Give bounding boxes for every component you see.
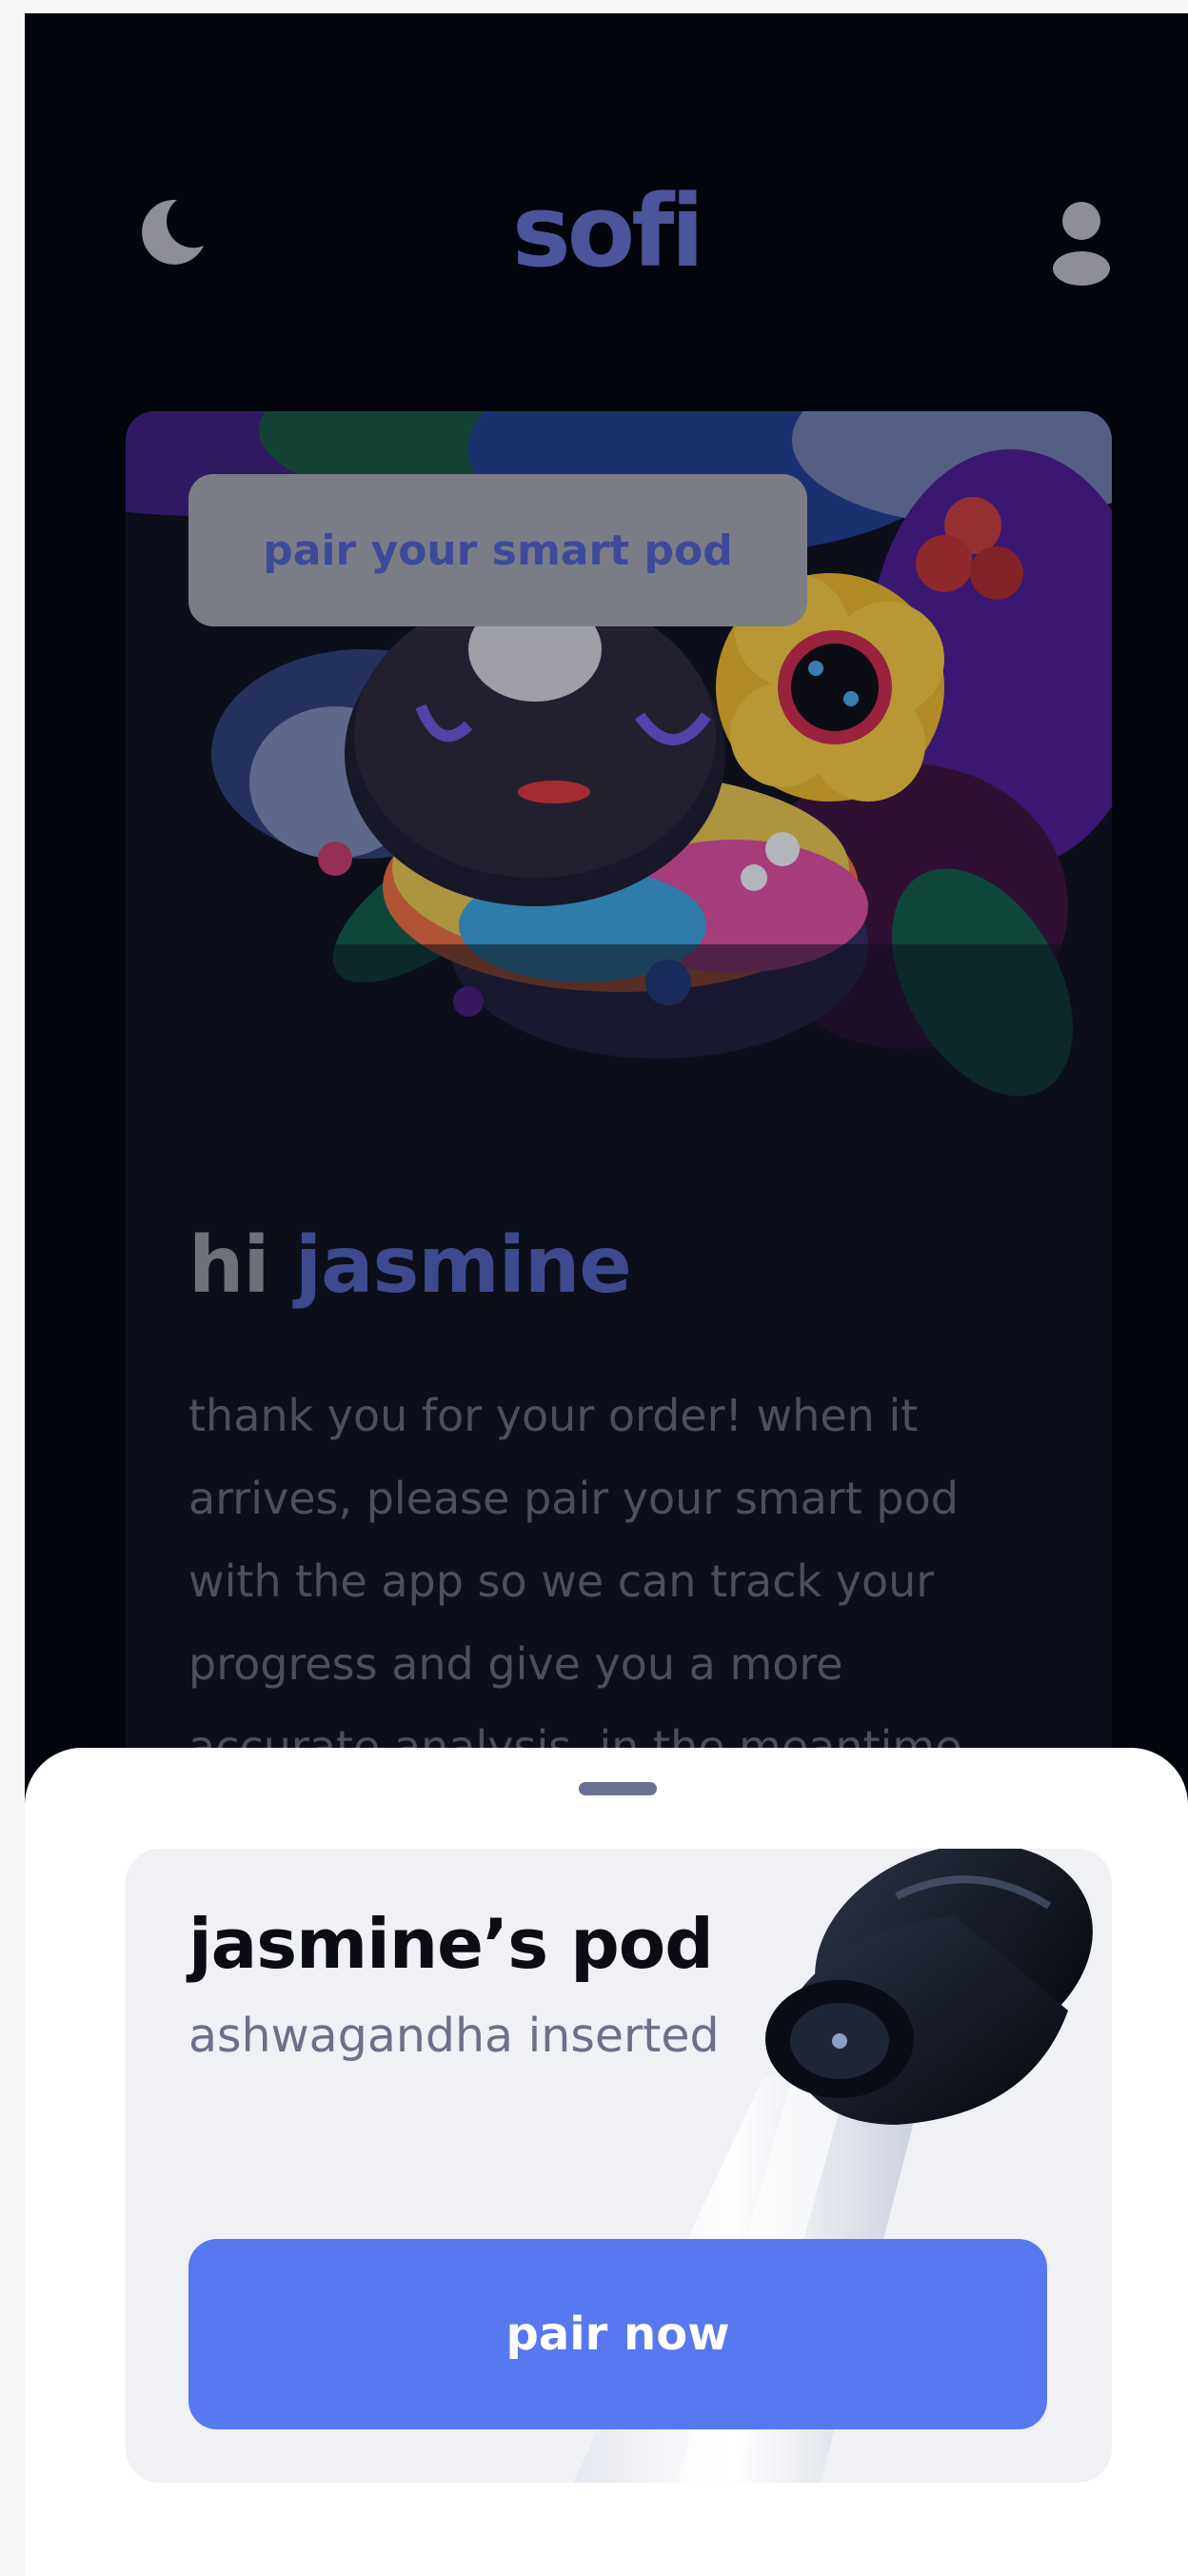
app-screen: sofi pair your smart pod hi jasmine than…	[25, 13, 1188, 2576]
pod-card: jasmine’s pod ashwagandha inserted pair …	[126, 1849, 1112, 2483]
pair-smart-pod-chip[interactable]: pair your smart pod	[188, 474, 807, 626]
pod-subtitle: ashwagandha inserted	[188, 2009, 720, 2063]
welcome-card: pair your smart pod hi jasmine thank you…	[126, 411, 1112, 1839]
pod-title: jasmine’s pod	[188, 1904, 714, 1984]
app-logo: sofi	[511, 173, 704, 289]
greeting: hi jasmine	[188, 1220, 632, 1311]
pair-now-button[interactable]: pair now	[188, 2239, 1047, 2429]
greeting-prefix: hi	[188, 1220, 269, 1311]
user-icon[interactable]	[1043, 194, 1119, 289]
greeting-name: jasmine	[295, 1220, 632, 1311]
order-message: thank you for your order! when it arrive…	[188, 1390, 962, 1773]
bottom-sheet: jasmine’s pod ashwagandha inserted pair …	[25, 1748, 1188, 2576]
sheet-drag-handle[interactable]	[579, 1782, 657, 1795]
